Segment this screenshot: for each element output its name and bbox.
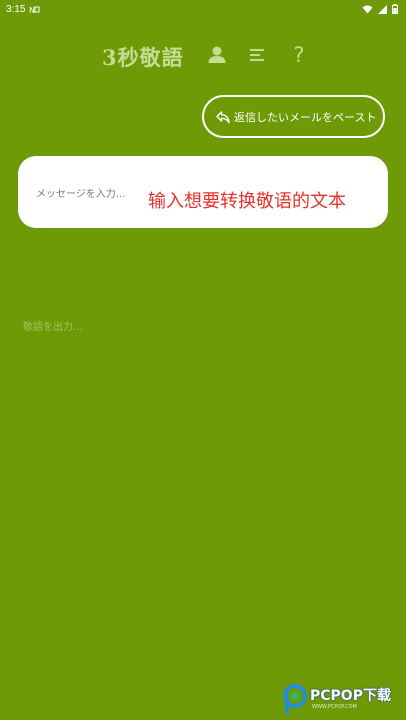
watermark-text: PCPOP下载 <box>310 688 391 704</box>
battery-icon <box>392 4 398 14</box>
keigo-output-placeholder: 敬語を出力… <box>23 322 83 333</box>
paste-reply-mail-button[interactable]: 返信したいメールをペースト <box>202 95 385 138</box>
menu-icon[interactable] <box>247 44 269 66</box>
paste-button-label: 返信したいメールをペースト <box>234 110 377 124</box>
watermark-subtext: WWW.PCPOP.COM <box>312 704 357 710</box>
pcpop-logo-icon <box>282 683 310 717</box>
message-input-card[interactable]: メッセージを入力... 输入想要转换敬语的文本 <box>18 156 388 228</box>
help-icon[interactable]: ? <box>288 44 310 66</box>
app-header: 3秒敬語 ? <box>0 38 406 72</box>
profile-icon[interactable] <box>206 44 228 66</box>
svg-text:N: N <box>29 6 35 14</box>
status-bar: 3:15 N <box>0 0 406 18</box>
wifi-icon <box>362 5 373 14</box>
signal-icon <box>378 4 387 14</box>
reply-arrow-icon <box>215 109 231 125</box>
pcpop-watermark: PCPOP下载 WWW.PCPOP.COM <box>282 683 404 717</box>
message-input-placeholder[interactable]: メッセージを入力... <box>36 185 125 200</box>
app-title: 3秒敬語 <box>102 45 184 70</box>
input-annotation-text: 输入想要转换敬语的文本 <box>148 191 346 212</box>
status-time: 3:15 <box>6 3 26 15</box>
notification-icon: N <box>29 5 40 14</box>
